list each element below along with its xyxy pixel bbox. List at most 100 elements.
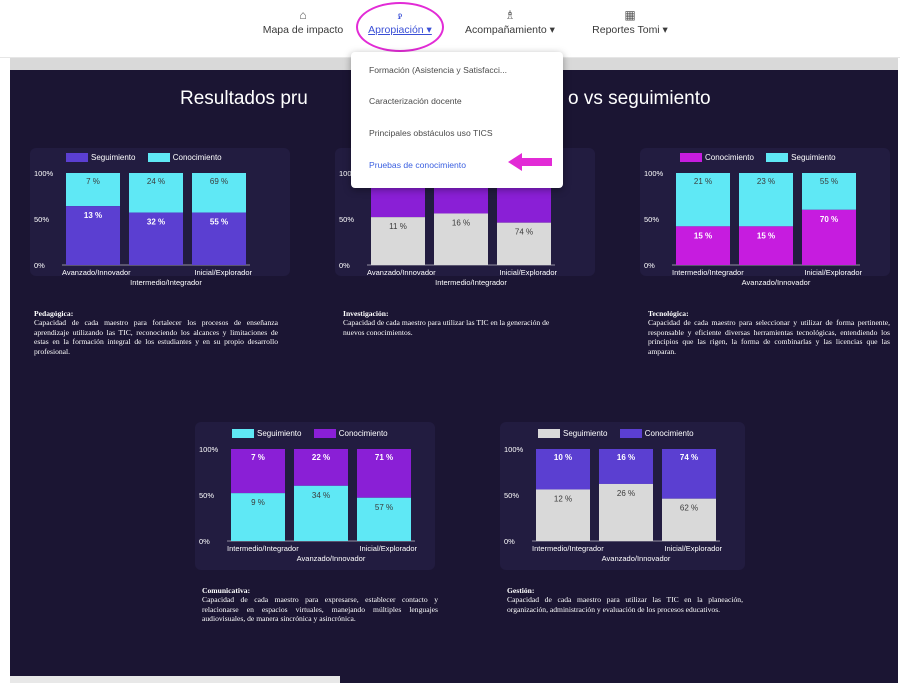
nav-item-label: Reportes Tomi ▾ [592, 24, 668, 36]
horizontal-scrollbar[interactable] [10, 676, 340, 683]
data-label: 74 % [515, 228, 533, 237]
legend-comunicativa: Seguimiento Conocimiento [232, 429, 398, 439]
nav-item-reportes-tomi[interactable]: ▦ Reportes Tomi ▾ [585, 6, 675, 36]
nav-item-acompanamiento[interactable]: ♗ Acompañamiento ▾ [455, 6, 565, 36]
description-tecnologica: Tecnológica: Capacidad de cada maestro p… [648, 309, 890, 356]
y-tick-label: 0% [339, 261, 350, 270]
y-tick-label: 50% [199, 491, 214, 500]
page-title-right: o vs seguimiento [568, 88, 711, 109]
y-tick-label: 50% [34, 215, 49, 224]
data-label: 7 % [251, 453, 265, 462]
data-label: 24 % [147, 177, 165, 186]
data-label: 16 % [452, 218, 470, 227]
data-label: 70 % [820, 215, 838, 224]
legend-swatch-seguimiento [66, 153, 88, 163]
y-tick-label: 100% [199, 445, 219, 454]
x-tick-label: Inicial/Explorador [194, 268, 252, 277]
data-label: 57 % [375, 503, 393, 512]
data-label: 9 % [251, 498, 265, 507]
x-tick-label: Avanzado/Innovador [602, 554, 671, 563]
data-label: 12 % [554, 494, 572, 503]
description-title: Comunicativa: [202, 586, 251, 595]
legend-swatch-seguimiento [766, 153, 789, 163]
data-label: 16 % [617, 453, 635, 462]
data-label: 7 % [86, 177, 100, 186]
legend-tecnologica: Conocimiento Seguimiento [680, 153, 846, 163]
description-gestion: Gestión: Capacidad de cada maestro para … [507, 586, 743, 614]
legend-label-seguimiento: Seguimiento [563, 429, 608, 438]
description-text: Capacidad de cada maestro para utilizar … [507, 595, 743, 614]
legend-label-seguimiento: Seguimiento [791, 153, 836, 162]
y-tick-label: 100% [504, 445, 524, 454]
x-tick-label: Avanzado/Innovador [742, 278, 811, 287]
page-title-left: Resultados pru [180, 88, 308, 109]
legend-swatch-conocimiento [680, 153, 702, 163]
data-label: 69 % [210, 177, 228, 186]
data-label: 10 % [554, 453, 572, 462]
legend-label-seguimiento: Seguimiento [257, 429, 302, 438]
nav-item-label: Mapa de impacto [262, 24, 344, 36]
description-title: Investigación: [343, 309, 389, 318]
legend-label-seguimiento: Seguimiento [91, 153, 136, 162]
data-label: 34 % [312, 491, 330, 500]
y-tick-label: 0% [199, 537, 210, 546]
nav-item-label: Acompañamiento ▾ [465, 24, 555, 36]
data-label: 22 % [312, 453, 330, 462]
description-text: Capacidad de cada maestro para expresars… [202, 595, 438, 624]
data-label: 13 % [84, 211, 102, 220]
description-text: Capacidad de cada maestro para utilizar … [343, 318, 550, 337]
report-icon: ▦ [624, 8, 636, 22]
chart-pedagogica: 100% 50% 0% 7 % 13 % 24 % 32 % 69 % 55 % Avanzado… [34, 169, 252, 287]
y-tick-label: 0% [504, 537, 515, 546]
annotation-circle [356, 2, 444, 52]
data-label: 74 % [680, 453, 698, 462]
legend-swatch-seguimiento [538, 429, 560, 439]
legend-pedagogica: Seguimiento Conocimiento [66, 153, 232, 163]
menu-item-pruebas-de-conocimiento[interactable]: Pruebas de conocimiento [369, 160, 466, 170]
x-tick-label: Avanzado/Innovador [367, 268, 436, 277]
home-icon: ⌂ [299, 8, 307, 22]
page: ⌂ Mapa de impacto ꭾ Apropiación ▾ ♗ Acom… [0, 0, 900, 683]
menu-item-formacion[interactable]: Formación (Asistencia y Satisfacci... [369, 65, 507, 75]
legend-label-conocimiento: Conocimiento [172, 153, 222, 162]
legend-label-conocimiento: Conocimiento [644, 429, 694, 438]
top-nav: ⌂ Mapa de impacto ꭾ Apropiación ▾ ♗ Acom… [0, 0, 900, 58]
x-tick-label: Intermedio/Integrador [227, 544, 299, 553]
y-tick-label: 100% [34, 169, 54, 178]
x-tick-label: Inicial/Explorador [804, 268, 862, 277]
description-text: Capacidad de cada maestro para fortalece… [34, 318, 278, 356]
description-title: Pedagógica: [34, 309, 74, 318]
description-investigacion: Investigación: Capacidad de cada maestro… [343, 309, 555, 337]
chart-comunicativa: 100% 50% 0% 7 % 9 % 22 % 34 % 71 % 57 % Intermedi… [199, 445, 417, 563]
menu-item-caracterizacion-docente[interactable]: Caracterización docente [369, 96, 462, 106]
x-tick-label: Intermedio/Integrador [435, 278, 507, 287]
legend-label-conocimiento: Conocimiento [338, 429, 388, 438]
description-title: Gestión: [507, 586, 535, 595]
data-label: 55 % [210, 218, 228, 227]
y-tick-label: 0% [34, 261, 45, 270]
y-tick-label: 50% [504, 491, 519, 500]
x-tick-label: Intermedio/Integrador [672, 268, 744, 277]
chart-gestion: 100% 50% 0% 10 % 12 % 16 % 26 % 74 % 62 % Interme… [504, 445, 722, 563]
chart-tecnologica: 100% 50% 0% 21 % 15 % 23 % 15 % 55 % 70 % Interme… [644, 169, 862, 287]
people-icon: ♗ [504, 8, 516, 22]
y-tick-label: 0% [644, 261, 655, 270]
description-title: Tecnológica: [648, 309, 689, 318]
description-comunicativa: Comunicativa: Capacidad de cada maestro … [202, 586, 438, 624]
annotation-arrow [508, 153, 552, 171]
data-label: 62 % [680, 504, 698, 513]
x-tick-label: Intermedio/Integrador [130, 278, 202, 287]
nav-item-mapa-de-impacto[interactable]: ⌂ Mapa de impacto [258, 6, 348, 36]
x-tick-label: Inicial/Explorador [499, 268, 557, 277]
y-tick-label: 100% [644, 169, 664, 178]
x-tick-label: Avanzado/Innovador [62, 268, 131, 277]
legend-swatch-seguimiento [232, 429, 254, 439]
legend-label-conocimiento: Conocimiento [705, 153, 754, 162]
legend-swatch-conocimiento [313, 429, 336, 439]
description-pedagogica: Pedagógica: Capacidad de cada maestro pa… [34, 309, 278, 356]
menu-item-principales-obstaculos[interactable]: Principales obstáculos uso TICS [369, 128, 493, 138]
description-text: Capacidad de cada maestro para seleccion… [648, 318, 890, 356]
legend-gestion: Seguimiento Conocimiento [538, 429, 704, 439]
legend-swatch-conocimiento [619, 429, 642, 439]
data-label: 11 % [389, 222, 407, 231]
